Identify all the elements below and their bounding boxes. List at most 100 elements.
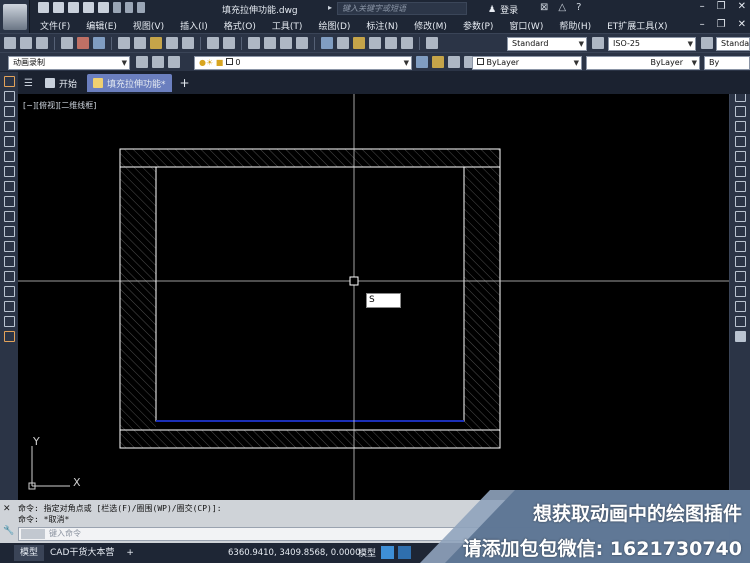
stretch-icon[interactable]: [3, 211, 15, 222]
tab-start[interactable]: 开始: [39, 74, 83, 92]
publish-icon[interactable]: [93, 37, 105, 49]
text-style-icon[interactable]: [426, 37, 438, 49]
restore-icon[interactable]: ❐: [717, 1, 726, 12]
radius-icon[interactable]: [734, 136, 746, 147]
undo-icon[interactable]: [113, 2, 121, 13]
color-select[interactable]: ByLayer ▼: [472, 56, 582, 70]
pencil-icon[interactable]: [3, 76, 15, 87]
tab-model[interactable]: 模型: [14, 545, 45, 561]
table-style-select[interactable]: Standa: [716, 37, 750, 51]
menu-dimension[interactable]: 标注(N): [366, 19, 398, 32]
new-icon[interactable]: [38, 2, 49, 13]
chamfer-icon[interactable]: [3, 286, 15, 297]
search-input[interactable]: 键入关键字或短语: [337, 2, 467, 15]
join-icon[interactable]: [3, 271, 15, 282]
tolerance-icon[interactable]: [734, 271, 746, 282]
tab-menu-icon[interactable]: ☰: [24, 78, 33, 89]
menu-modify[interactable]: 修改(M): [414, 19, 447, 32]
menu-window[interactable]: 窗口(W): [509, 19, 543, 32]
menu-file[interactable]: 文件(F): [40, 19, 70, 32]
doc-close-icon[interactable]: ✕: [738, 19, 746, 30]
baseline-icon[interactable]: [734, 211, 746, 222]
menu-format[interactable]: 格式(O): [224, 19, 256, 32]
rotate-icon[interactable]: [3, 181, 15, 192]
app-logo[interactable]: [0, 0, 30, 33]
new-tab-button[interactable]: +: [180, 76, 190, 90]
help-icon[interactable]: ?: [576, 2, 581, 13]
print-icon[interactable]: [98, 2, 109, 13]
minimize-icon[interactable]: –: [700, 1, 705, 12]
command-prefix-icon[interactable]: [21, 529, 45, 539]
scale-icon[interactable]: [3, 196, 15, 207]
more-icon[interactable]: [137, 2, 145, 13]
linetype-select[interactable]: ByLayer ▼: [586, 56, 700, 70]
ordinate-icon[interactable]: [734, 121, 746, 132]
zoom-window-icon[interactable]: [280, 37, 292, 49]
zoom-prev-icon[interactable]: [296, 37, 308, 49]
angular-icon[interactable]: [734, 181, 746, 192]
calculator-icon[interactable]: [401, 37, 413, 49]
layer-match-icon[interactable]: [432, 56, 444, 68]
erase-icon[interactable]: [3, 91, 15, 102]
array-icon[interactable]: [3, 151, 15, 162]
snap-icon[interactable]: [398, 546, 411, 559]
saveas-icon[interactable]: [83, 2, 94, 13]
break-icon[interactable]: [3, 256, 15, 267]
search-expand-icon[interactable]: ▸: [328, 3, 332, 12]
dim-edit-icon[interactable]: [734, 331, 746, 342]
share-icon[interactable]: △: [558, 2, 566, 13]
menu-tools[interactable]: 工具(T): [272, 19, 303, 32]
extend-icon[interactable]: [3, 241, 15, 252]
explode-icon[interactable]: [3, 331, 15, 342]
quick-dim-icon[interactable]: [734, 196, 746, 207]
menu-draw[interactable]: 绘图(D): [318, 19, 350, 32]
dim-break-icon[interactable]: [734, 256, 746, 267]
table-style-icon[interactable]: [701, 37, 713, 49]
match-prop-icon[interactable]: [166, 37, 178, 49]
grid-icon[interactable]: [381, 546, 394, 559]
undo-tb-icon[interactable]: [207, 37, 219, 49]
markup-icon[interactable]: [385, 37, 397, 49]
tab-drawing[interactable]: 填充拉伸功能*: [86, 74, 172, 92]
mirror-icon[interactable]: [3, 121, 15, 132]
fillet-icon[interactable]: [3, 301, 15, 312]
dim-style-icon[interactable]: [592, 37, 604, 49]
tab-layout[interactable]: CAD干货大本营: [44, 545, 120, 561]
sheet-set-icon[interactable]: [369, 37, 381, 49]
layer-iso-icon[interactable]: [448, 56, 460, 68]
menu-view[interactable]: 视图(V): [133, 19, 164, 32]
diameter-icon[interactable]: [734, 166, 746, 177]
layer-manager-icon[interactable]: [136, 56, 148, 68]
layer-select[interactable]: ●☀ ■ 0 ▼: [194, 56, 412, 70]
doc-restore-icon[interactable]: ❐: [717, 19, 726, 30]
model-space-toggle[interactable]: 模型: [358, 546, 376, 559]
menu-edit[interactable]: 编辑(E): [86, 19, 117, 32]
text-style-select[interactable]: Standard ▼: [507, 37, 587, 51]
paste-icon[interactable]: [150, 37, 162, 49]
save-icon[interactable]: [68, 2, 79, 13]
inspect-icon[interactable]: [734, 301, 746, 312]
login-area[interactable]: ♟ 登录: [488, 3, 518, 17]
move-icon[interactable]: [3, 166, 15, 177]
jogged-icon[interactable]: [734, 151, 746, 162]
layer-prev-icon[interactable]: [168, 56, 180, 68]
blend-icon[interactable]: [3, 316, 15, 327]
center-mark-icon[interactable]: [734, 286, 746, 297]
open-file-icon[interactable]: [20, 37, 32, 49]
open-icon[interactable]: [53, 2, 64, 13]
make-current-icon[interactable]: [416, 56, 428, 68]
pan-icon[interactable]: [248, 37, 260, 49]
jogged-linear-icon[interactable]: [734, 316, 746, 327]
menu-help[interactable]: 帮助(H): [559, 19, 591, 32]
menu-insert[interactable]: 插入(I): [180, 19, 208, 32]
tool-palette-icon[interactable]: [353, 37, 365, 49]
doc-minimize-icon[interactable]: –: [700, 19, 705, 30]
workspace-select[interactable]: 动画录制 ▼: [8, 56, 130, 70]
design-center-icon[interactable]: [337, 37, 349, 49]
add-layout-button[interactable]: +: [120, 545, 140, 561]
copy-icon[interactable]: [134, 37, 146, 49]
trim-icon[interactable]: [3, 226, 15, 237]
offset-icon[interactable]: [3, 136, 15, 147]
qnew-icon[interactable]: [4, 37, 16, 49]
command-settings-icon[interactable]: 🔧: [3, 526, 14, 536]
